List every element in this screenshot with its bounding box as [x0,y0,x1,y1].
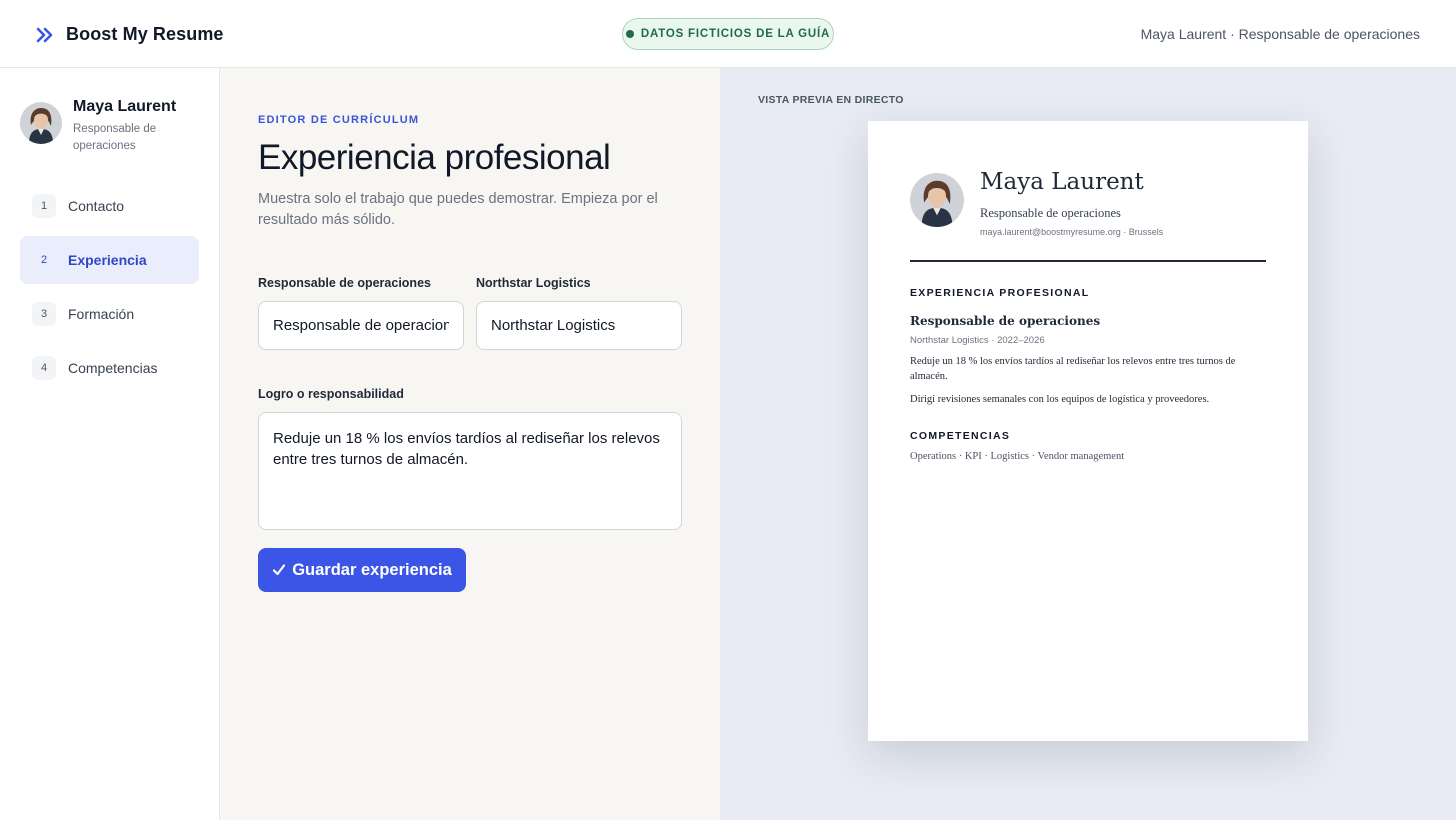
resume-bullet: Reduje un 18 % los envíos tardíos al red… [910,356,1236,382]
step-label: Competencias [68,360,158,376]
role-input[interactable] [258,301,464,350]
resume-job-title: Responsable de operaciones [910,314,1101,328]
page-title: Experiencia profesional [258,138,611,177]
step-label: Contacto [68,198,125,214]
achievement-field-label: Logro o responsabilidad [258,387,404,401]
top-header: Boost My Resume DATOS FICTICIOS DE LA GU… [0,0,1456,68]
double-chevron-right-icon [36,27,53,42]
check-icon [273,564,286,576]
achievement-textarea[interactable]: Reduje un 18 % los envíos tardíos al red… [258,412,682,530]
resume-job-meta: Northstar Logistics · 2022–2026 [910,335,1045,346]
step-formacion[interactable]: 3 Formación [20,290,199,338]
profile-role: Responsable de operaciones [73,123,157,152]
step-label: Formación [68,306,135,322]
save-button-label: Guardar experiencia [292,560,452,579]
badge-label: DATOS FICTICIOS DE LA GUÍA [640,28,831,40]
step-number: 3 [32,302,56,326]
resume-avatar [910,173,964,227]
resume-bullet: Dirigí revisiones semanales con los equi… [910,394,1210,405]
resume-role: Responsable de operaciones [980,206,1121,220]
sample-data-badge: DATOS FICTICIOS DE LA GUÍA [622,18,834,50]
avatar-portrait-icon [20,102,62,144]
company-input[interactable] [476,301,682,350]
profile-card: Maya Laurent Responsable de operaciones [20,98,183,155]
company-field-label: Northstar Logistics [476,276,591,290]
live-preview-pane: VISTA PREVIA EN DIRECTO Maya Laurent Res… [720,68,1456,820]
resume-contact: maya.laurent@boostmyresume.org · Brussel… [980,227,1164,237]
brand-name: Boost My Resume [66,24,224,44]
editor-eyebrow: EDITOR DE CURRÍCULUM [258,114,420,126]
page-subtitle: Muestra solo el trabajo que puedes demos… [258,191,658,228]
profile-name: Maya Laurent [73,98,177,115]
avatar-portrait-icon [910,173,964,227]
resume-skills: Operations · KPI · Logistics · Vendor ma… [910,451,1125,462]
step-number: 1 [32,194,56,218]
avatar [20,102,62,144]
experience-editor: EDITOR DE CURRÍCULUM Experiencia profesi… [220,68,720,820]
step-navigation: 1 Contacto 2 Experiencia 3 Formación 4 C… [20,182,199,398]
step-contacto[interactable]: 1 Contacto [20,182,199,230]
step-number: 4 [32,356,56,380]
header-user-summary: Maya Laurent · Responsable de operacione… [1140,26,1420,42]
resume-experience-heading: EXPERIENCIA PROFESIONAL [910,287,1090,299]
brand-logo[interactable]: Boost My Resume [36,24,224,45]
save-experience-button[interactable]: Guardar experiencia [258,548,466,592]
resume-skills-heading: COMPETENCIAS [910,430,1011,442]
status-dot-icon [625,30,634,38]
role-field-label: Responsable de operaciones [258,276,431,290]
step-label: Experiencia [68,252,147,268]
step-experiencia[interactable]: 2 Experiencia [20,236,199,284]
resume-preview-page: Maya Laurent Responsable de operaciones … [868,121,1308,741]
resume-divider [910,260,1266,262]
preview-label: VISTA PREVIA EN DIRECTO [758,94,904,106]
step-number: 2 [40,254,48,266]
resume-name: Maya Laurent [980,169,1144,195]
step-competencias[interactable]: 4 Competencias [20,344,199,392]
sidebar: Maya Laurent Responsable de operaciones … [0,68,220,820]
